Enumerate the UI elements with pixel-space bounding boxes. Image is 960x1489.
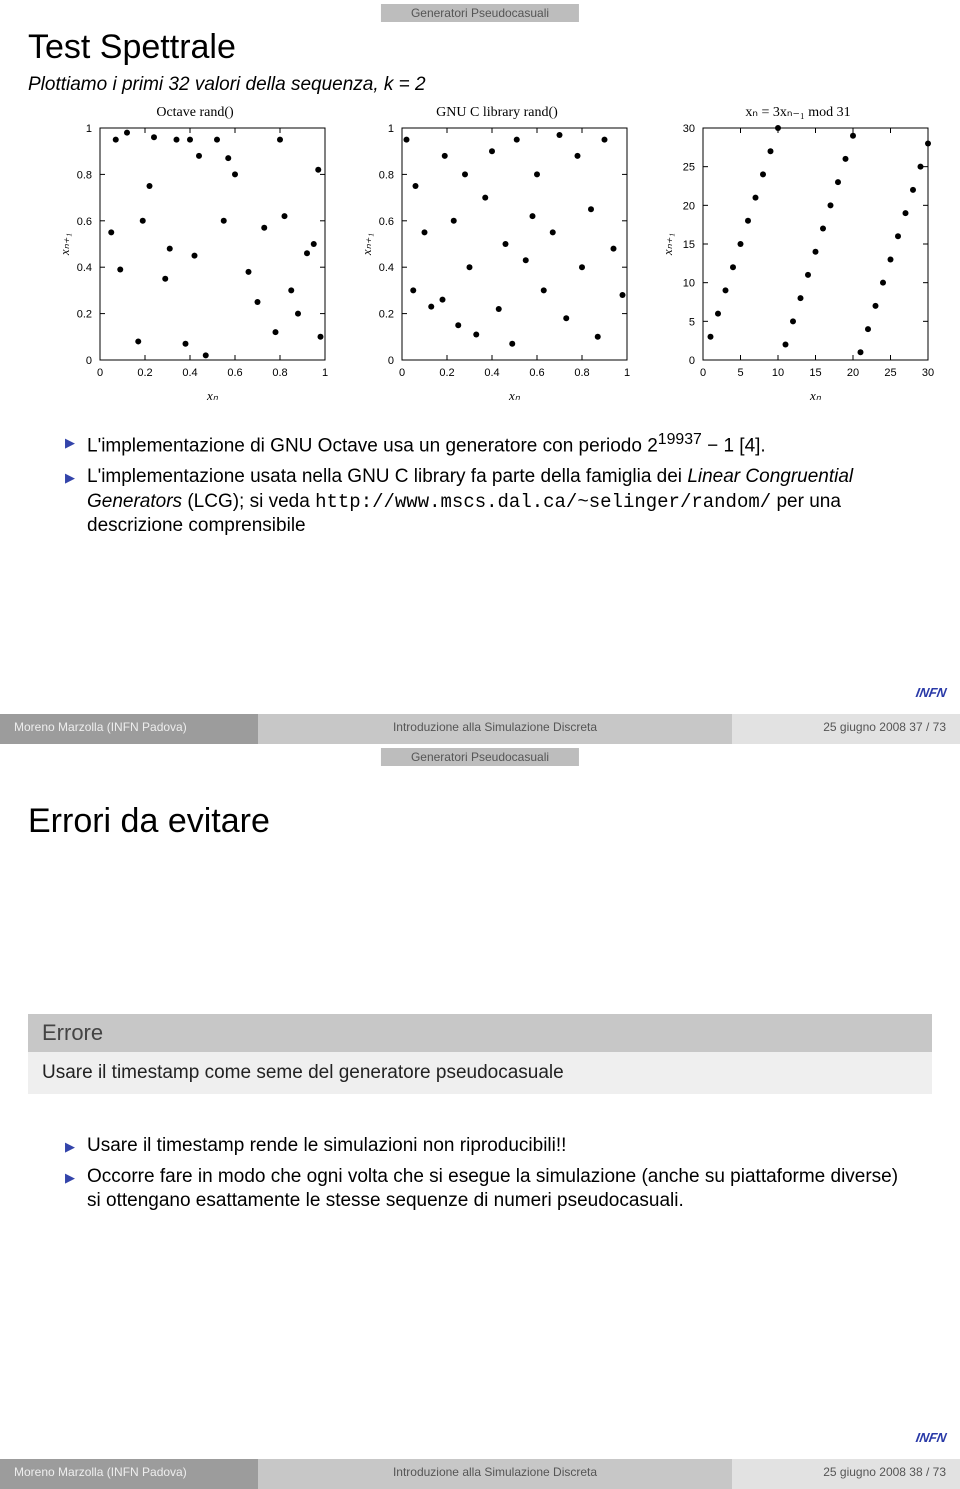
- error-box: Errore Usare il timestamp come seme del …: [28, 1014, 932, 1094]
- svg-text:15: 15: [810, 367, 822, 379]
- svg-text:xₙ = 3xₙ₋₁ mod 31: xₙ = 3xₙ₋₁ mod 31: [746, 105, 851, 120]
- bullet-2: ▶ Occorre fare in modo che ogni volta ch…: [65, 1165, 900, 1214]
- bullet-1-text: L'implementazione di GNU Octave usa un g…: [87, 430, 766, 459]
- svg-text:0: 0: [689, 355, 695, 367]
- bullet-2-url: http://www.mscs.dal.ca/~selinger/random/: [315, 491, 771, 513]
- svg-text:0.4: 0.4: [484, 367, 499, 379]
- bullet-2: ▶ L'implementazione usata nella GNU C li…: [65, 465, 900, 539]
- bullet-2-a: L'implementazione usata nella GNU C libr…: [87, 466, 687, 487]
- footer-author: Moreno Marzolla (INFN Padova): [0, 1459, 258, 1489]
- breadcrumb: Generatori Pseudocasuali: [381, 4, 579, 22]
- svg-text:1: 1: [624, 367, 630, 379]
- svg-text:0.4: 0.4: [182, 367, 197, 379]
- svg-text:0.4: 0.4: [378, 262, 393, 274]
- svg-text:0.8: 0.8: [272, 367, 287, 379]
- bullet-1: ▶ Usare il timestamp rende le simulazion…: [65, 1134, 900, 1159]
- svg-text:xₙ₊₁: xₙ₊₁: [57, 233, 72, 256]
- svg-text:0.8: 0.8: [378, 169, 393, 181]
- svg-text:0.6: 0.6: [77, 216, 92, 228]
- svg-text:0.2: 0.2: [439, 367, 454, 379]
- bullet-1-a: L'implementazione di GNU Octave usa un g…: [87, 435, 658, 456]
- bullet-list: ▶ L'implementazione di GNU Octave usa un…: [65, 430, 900, 545]
- svg-text:0.6: 0.6: [227, 367, 242, 379]
- svg-text:0.6: 0.6: [529, 367, 544, 379]
- svg-text:0.8: 0.8: [77, 169, 92, 181]
- svg-text:0: 0: [388, 355, 394, 367]
- svg-text:20: 20: [847, 367, 859, 379]
- svg-text:xₙ₊₁: xₙ₊₁: [359, 233, 374, 256]
- subtitle-text: Plottiamo i primi 32 valori della sequen…: [28, 74, 384, 95]
- svg-text:xₙ: xₙ: [508, 388, 521, 403]
- bullet-icon: ▶: [65, 435, 75, 459]
- infn-logo: INFN: [914, 685, 947, 700]
- chart-lcg31: xₙ = 3xₙ₋₁ mod 31 0 5 10 15 20 25 30 0 5 10 15 20 25 3…: [658, 100, 940, 410]
- bullet-2-text: Occorre fare in modo che ogni volta che …: [87, 1165, 900, 1214]
- page-title: Test Spettrale: [28, 28, 236, 67]
- slide-38: Generatori Pseudocasuali Errori da evita…: [0, 744, 960, 1489]
- bullet-1-b: − 1 [4].: [702, 435, 766, 456]
- subtitle-math: k = 2: [384, 74, 426, 95]
- svg-text:xₙ: xₙ: [809, 388, 822, 403]
- svg-text:30: 30: [922, 367, 934, 379]
- footer-title: Introduzione alla Simulazione Discreta: [258, 1459, 732, 1489]
- footer: Moreno Marzolla (INFN Padova) Introduzio…: [0, 714, 960, 744]
- bullet-1-text: Usare il timestamp rende le simulazioni …: [87, 1134, 566, 1159]
- footer-title: Introduzione alla Simulazione Discreta: [258, 714, 732, 744]
- svg-text:1: 1: [86, 123, 92, 135]
- bullet-2-b: (LCG); si veda: [182, 491, 315, 512]
- svg-text:10: 10: [683, 278, 695, 290]
- svg-text:GNU C library rand(): GNU C library rand(): [436, 105, 558, 120]
- svg-text:0: 0: [86, 355, 92, 367]
- bullet-1-exp: 19937: [658, 431, 702, 448]
- bullet-1: ▶ L'implementazione di GNU Octave usa un…: [65, 430, 900, 459]
- chart-octave: Octave rand() 0 0.2 0.4 0.6 0.8 1 0 0.2 0.4 0.6 0.8…: [55, 100, 337, 410]
- svg-text:5: 5: [689, 316, 695, 328]
- page-title: Errori da evitare: [28, 802, 270, 841]
- svg-text:0: 0: [700, 367, 706, 379]
- subtitle: Plottiamo i primi 32 valori della sequen…: [28, 74, 426, 96]
- error-header: Errore: [28, 1014, 932, 1052]
- svg-text:15: 15: [683, 239, 695, 251]
- footer: Moreno Marzolla (INFN Padova) Introduzio…: [0, 1459, 960, 1489]
- svg-text:0.6: 0.6: [378, 216, 393, 228]
- bullet-2-text: L'implementazione usata nella GNU C libr…: [87, 465, 900, 539]
- bullet-list: ▶ Usare il timestamp rende le simulazion…: [65, 1134, 900, 1220]
- svg-text:xₙ₊₁: xₙ₊₁: [660, 233, 675, 256]
- svg-text:0.2: 0.2: [77, 309, 92, 321]
- svg-text:10: 10: [772, 367, 784, 379]
- svg-text:xₙ: xₙ: [206, 388, 219, 403]
- svg-text:0.2: 0.2: [378, 309, 393, 321]
- slide-37: Generatori Pseudocasuali Test Spettrale …: [0, 0, 960, 744]
- charts-row: Octave rand()00.20.40.60.8100.20.40.60.8…: [55, 100, 940, 410]
- svg-text:Octave rand(): Octave rand(): [156, 105, 234, 120]
- svg-text:25: 25: [885, 367, 897, 379]
- bullet-icon: ▶: [65, 1170, 75, 1214]
- svg-text:30: 30: [683, 123, 695, 135]
- svg-text:0: 0: [399, 367, 405, 379]
- infn-logo: INFN: [914, 1430, 947, 1445]
- chart-gnuc: GNU C library rand() 0 0.2 0.4 0.6 0.8 1 0 0.2 0.…: [357, 100, 639, 410]
- svg-text:0: 0: [97, 367, 103, 379]
- svg-text:0.2: 0.2: [137, 367, 152, 379]
- error-body: Usare il timestamp come seme del generat…: [28, 1052, 932, 1094]
- svg-text:1: 1: [388, 123, 394, 135]
- svg-text:5: 5: [738, 367, 744, 379]
- svg-text:0.4: 0.4: [77, 262, 92, 274]
- footer-page: 25 giugno 2008 38 / 73: [732, 1459, 960, 1489]
- breadcrumb: Generatori Pseudocasuali: [381, 748, 579, 766]
- footer-page: 25 giugno 2008 37 / 73: [732, 714, 960, 744]
- bullet-icon: ▶: [65, 470, 75, 539]
- svg-text:20: 20: [683, 200, 695, 212]
- svg-text:0.8: 0.8: [574, 367, 589, 379]
- footer-author: Moreno Marzolla (INFN Padova): [0, 714, 258, 744]
- svg-text:1: 1: [322, 367, 328, 379]
- svg-text:25: 25: [683, 162, 695, 174]
- bullet-icon: ▶: [65, 1139, 75, 1159]
